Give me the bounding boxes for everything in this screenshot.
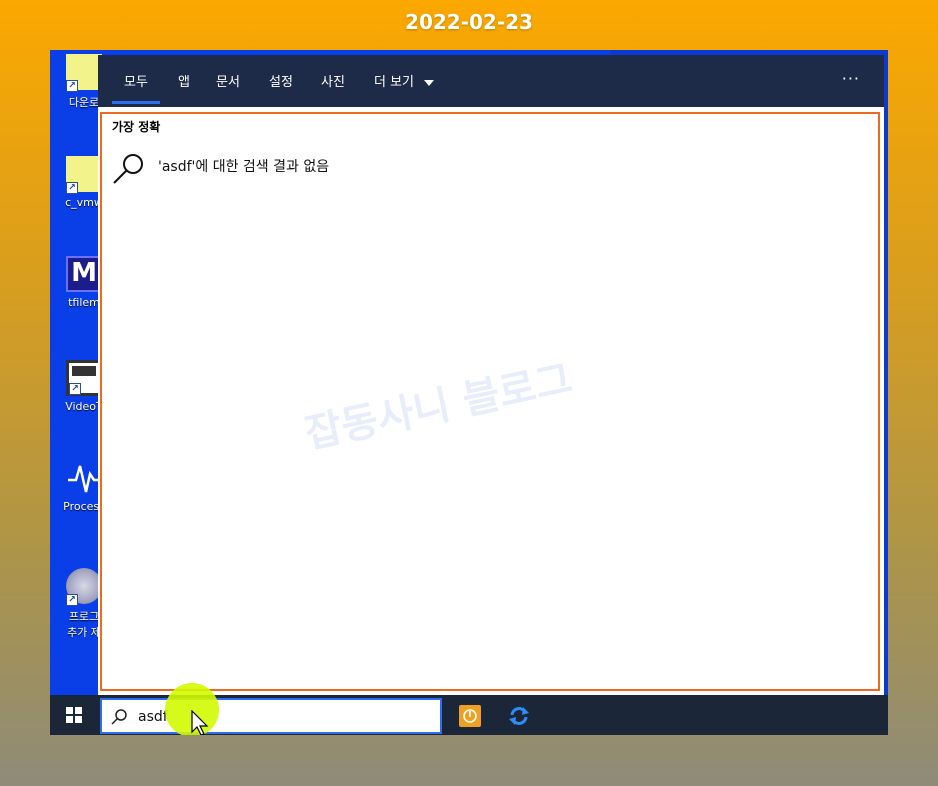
blog-watermark: 잡동사니 블로그 (301, 356, 577, 458)
yellow-folder-icon: ↗ (66, 54, 102, 92)
tab-settings[interactable]: 설정 (269, 71, 293, 90)
shortcut-arrow-icon: ↗ (66, 594, 78, 606)
tab-documents[interactable]: 문서 (216, 71, 240, 90)
m-app-icon: M (66, 256, 102, 292)
search-panel: 모두 앱 문서 설정 사진 더 보기 ··· 가장 정확 'asdf'에 대한 … (98, 55, 884, 695)
search-results-area: 가장 정확 'asdf'에 대한 검색 결과 없음 잡동사니 블로그 (100, 112, 880, 691)
screen: ↗ 다운로 ↗ c_vmw M tfilem ↗ VideoT Process … (50, 50, 888, 735)
video-window-icon: ↗ (66, 360, 102, 396)
tab-all[interactable]: 모두 (112, 71, 160, 104)
yellow-folder-icon: ↗ (66, 156, 102, 194)
chevron-down-icon (424, 79, 435, 86)
mouse-cursor-icon (191, 710, 209, 735)
more-options-button[interactable]: ··· (842, 69, 860, 88)
power-app-icon[interactable] (459, 705, 481, 727)
shortcut-arrow-icon: ↗ (66, 80, 78, 92)
no-result-text: 'asdf'에 대한 검색 결과 없음 (158, 159, 330, 175)
search-tabs-bar: 모두 앱 문서 설정 사진 더 보기 ··· (98, 55, 884, 107)
tab-apps[interactable]: 앱 (178, 71, 190, 90)
tab-more-label: 더 보기 (374, 75, 415, 90)
taskbar-search-box[interactable] (100, 698, 442, 734)
tab-photos[interactable]: 사진 (321, 71, 345, 90)
search-icon (111, 709, 127, 725)
search-icon (113, 154, 143, 184)
best-match-heading: 가장 정확 (112, 120, 161, 134)
tab-more[interactable]: 더 보기 (374, 71, 435, 90)
disc-icon: ↗ (66, 568, 102, 606)
shortcut-arrow-icon: ↗ (66, 182, 78, 194)
refresh-app-icon[interactable] (508, 705, 530, 727)
shortcut-arrow-icon: ↗ (69, 383, 81, 395)
date-banner: 2022-02-23 (405, 10, 533, 34)
no-result-item: 'asdf'에 대한 검색 결과 없음 (112, 152, 672, 186)
windows-start-icon[interactable] (66, 707, 82, 723)
pulse-icon (66, 460, 102, 496)
